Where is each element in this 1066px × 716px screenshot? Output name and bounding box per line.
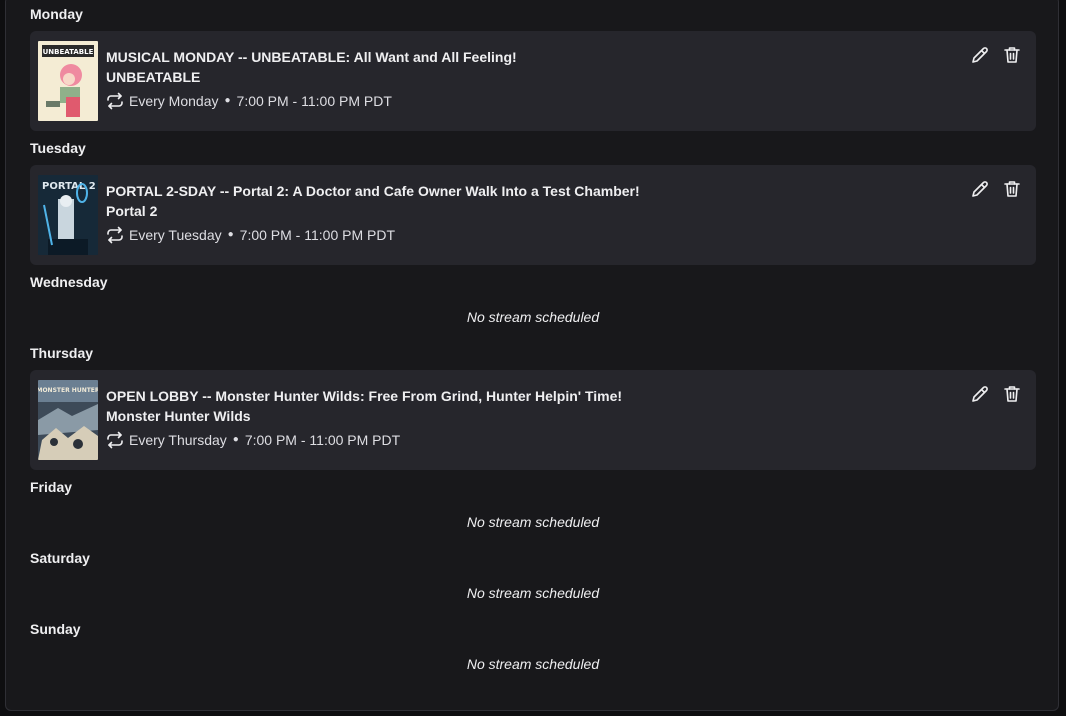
segment-game[interactable]: UNBEATABLE	[106, 67, 956, 87]
trash-icon	[1004, 386, 1020, 402]
segment-game[interactable]: Portal 2	[106, 201, 956, 221]
schedule-segment-tuesday[interactable]: PORTAL 2 PORTAL 2-SDAY -- Portal 2: A Do…	[30, 165, 1036, 265]
separator-dot: ●	[224, 95, 231, 106]
separator-dot: ●	[232, 434, 239, 445]
segment-title: PORTAL 2-SDAY -- Portal 2: A Doctor and …	[106, 183, 640, 199]
segment-actions	[970, 384, 1022, 404]
trash-icon	[1004, 47, 1020, 63]
segment-time: 7:00 PM - 11:00 PM PDT	[244, 432, 401, 448]
day-header-tuesday: Tuesday	[30, 140, 86, 156]
segment-actions	[970, 179, 1022, 199]
segment-title: MUSICAL MONDAY -- UNBEATABLE: All Want a…	[106, 49, 517, 65]
schedule-segment-thursday[interactable]: MONSTER HUNTER OPEN LOBBY -- Monster Hun…	[30, 370, 1036, 470]
segment-recurrence: Every Tuesday	[129, 227, 222, 243]
pencil-icon	[972, 181, 988, 197]
segment-time: 7:00 PM - 11:00 PM PDT	[236, 93, 392, 109]
segment-recurrence: Every Thursday	[129, 432, 227, 448]
segment-recurrence: Every Monday	[129, 93, 219, 109]
pencil-icon	[972, 47, 988, 63]
segment-time: 7:00 PM - 11:00 PM PDT	[239, 227, 396, 243]
pencil-icon	[972, 386, 988, 402]
svg-text:MONSTER HUNTER: MONSTER HUNTER	[38, 387, 98, 394]
game-box-art-portal-2: PORTAL 2	[38, 175, 98, 255]
no-stream-message: No stream scheduled	[466, 656, 600, 672]
edit-button[interactable]	[970, 179, 990, 199]
no-stream-message: No stream scheduled	[466, 309, 600, 325]
delete-button[interactable]	[1002, 45, 1022, 65]
schedule-list: Monday UNBEATABLE MUSICAL MONDAY -- UNBE…	[30, 5, 1036, 691]
trash-icon	[1004, 181, 1020, 197]
day-header-wednesday: Wednesday	[30, 274, 108, 290]
delete-button[interactable]	[1002, 179, 1022, 199]
repeat-icon	[106, 226, 124, 244]
game-box-art-unbeatable: UNBEATABLE	[38, 41, 98, 121]
day-header-monday: Monday	[30, 6, 83, 22]
edit-button[interactable]	[970, 384, 990, 404]
no-stream-message: No stream scheduled	[466, 514, 600, 530]
segment-time-row: Every Tuesday ● 7:00 PM - 11:00 PM PDT	[106, 225, 956, 245]
schedule-panel: Monday UNBEATABLE MUSICAL MONDAY -- UNBE…	[5, 0, 1059, 711]
no-stream-message: No stream scheduled	[466, 585, 600, 601]
delete-button[interactable]	[1002, 384, 1022, 404]
day-header-thursday: Thursday	[30, 345, 94, 361]
game-box-art-monster-hunter-wilds: MONSTER HUNTER	[38, 380, 98, 460]
repeat-icon	[106, 92, 124, 110]
edit-button[interactable]	[970, 45, 990, 65]
segment-time-row: Every Monday ● 7:00 PM - 11:00 PM PDT	[106, 91, 956, 111]
day-header-sunday: Sunday	[30, 621, 81, 637]
svg-text:UNBEATABLE: UNBEATABLE	[43, 48, 94, 56]
segment-actions	[970, 45, 1022, 65]
repeat-icon	[106, 431, 124, 449]
separator-dot: ●	[227, 229, 234, 240]
segment-game[interactable]: Monster Hunter Wilds	[106, 406, 956, 426]
schedule-segment-monday[interactable]: UNBEATABLE MUSICAL MONDAY -- UNBEATABLE:…	[30, 31, 1036, 131]
segment-time-row: Every Thursday ● 7:00 PM - 11:00 PM PDT	[106, 430, 956, 450]
day-header-saturday: Saturday	[30, 550, 90, 566]
segment-title: OPEN LOBBY -- Monster Hunter Wilds: Free…	[106, 388, 623, 404]
day-header-friday: Friday	[30, 479, 73, 495]
